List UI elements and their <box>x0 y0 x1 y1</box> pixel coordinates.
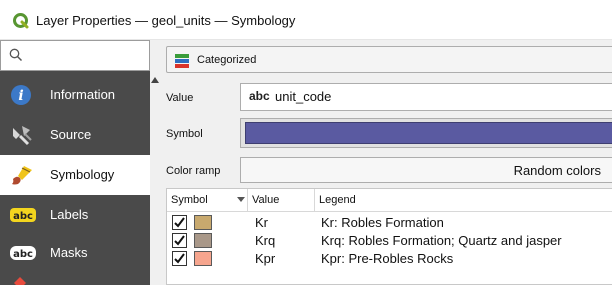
check-icon <box>174 253 185 264</box>
category-color-swatch[interactable] <box>194 215 212 230</box>
column-header-legend[interactable]: Legend <box>315 189 612 212</box>
sidebar-item-label: Masks <box>50 245 88 260</box>
svg-text:abc: abc <box>13 249 33 260</box>
string-field-type-icon: abc <box>249 89 270 103</box>
color-ramp-button[interactable]: Random colors <box>240 157 612 183</box>
sidebar-item-label: Source <box>50 127 92 142</box>
categories-table: Symbol Value Legend Kr Kr: Robles Format… <box>166 188 612 285</box>
table-row[interactable]: Krq Krq: Robles Formation; Quartz and ja… <box>167 232 612 250</box>
category-value: Kr <box>255 215 268 230</box>
sidebar-item-masks[interactable]: abc Masks <box>0 233 150 273</box>
categorized-renderer-icon <box>175 54 189 68</box>
sidebar-scrollbar[interactable] <box>150 71 160 285</box>
svg-text:i: i <box>18 88 23 104</box>
sidebar-item-label: Labels <box>50 207 89 222</box>
table-header: Symbol Value Legend <box>167 189 612 212</box>
symbol-button[interactable] <box>240 118 612 148</box>
symbology-panel: Categorized Value abc unit_code Symbol C… <box>160 40 612 285</box>
search-icon <box>9 48 23 62</box>
window-title: Layer Properties — geol_units — Symbolog… <box>36 13 296 28</box>
masks-abc-icon: abc <box>10 242 36 264</box>
labels-abc-icon: abc <box>10 204 36 226</box>
category-legend: Krq: Robles Formation; Quartz and jasper <box>321 233 562 248</box>
information-icon: i <box>10 84 34 106</box>
check-icon <box>174 217 185 228</box>
table-row[interactable]: Kr Kr: Robles Formation <box>167 214 612 232</box>
category-color-swatch[interactable] <box>194 233 212 248</box>
color-ramp-value: Random colors <box>513 163 601 178</box>
category-legend: Kpr: Pre-Robles Rocks <box>321 251 454 266</box>
check-icon <box>174 235 185 246</box>
category-checkbox[interactable] <box>172 251 187 266</box>
sidebar-item-source[interactable]: Source <box>0 115 150 155</box>
table-row[interactable]: Kpr Kpr: Pre-Robles Rocks <box>167 250 612 268</box>
color-ramp-label: Color ramp <box>166 165 221 177</box>
category-value: Kpr <box>255 251 276 266</box>
qgis-icon <box>13 13 29 29</box>
sidebar-item-information[interactable]: i Information <box>0 75 150 115</box>
symbology-paintbrush-icon <box>10 164 34 186</box>
value-field-selector[interactable]: abc unit_code <box>240 83 612 111</box>
column-header-symbol[interactable]: Symbol <box>167 189 248 212</box>
layer-properties-window: Layer Properties — geol_units — Symbolog… <box>0 0 612 285</box>
symbol-label: Symbol <box>166 128 203 140</box>
renderer-type-dropdown[interactable]: Categorized <box>166 46 612 73</box>
source-icon <box>10 124 34 146</box>
sidebar-item-label: Information <box>50 87 116 102</box>
sidebar-item-labels[interactable]: abc Labels <box>0 195 150 235</box>
symbol-preview-swatch <box>245 122 612 144</box>
column-header-value[interactable]: Value <box>248 189 315 212</box>
diagram-icon <box>10 275 34 285</box>
category-checkbox[interactable] <box>172 215 187 230</box>
value-label: Value <box>166 92 194 104</box>
category-checkbox[interactable] <box>172 233 187 248</box>
title-bar: Layer Properties — geol_units — Symbolog… <box>0 0 612 40</box>
svg-text:abc: abc <box>13 211 33 222</box>
value-field-name: unit_code <box>275 89 332 104</box>
sort-descending-icon <box>237 197 245 202</box>
renderer-type-label: Categorized <box>197 54 257 66</box>
category-color-swatch[interactable] <box>194 251 212 266</box>
sidebar: i Information Source Symbology abc Label… <box>0 40 150 285</box>
sidebar-item-partial[interactable] <box>0 273 150 285</box>
sidebar-search-input[interactable] <box>0 40 150 71</box>
category-legend: Kr: Robles Formation <box>321 215 444 230</box>
scroll-up-arrow-icon[interactable] <box>151 77 159 83</box>
sidebar-item-symbology[interactable]: Symbology <box>0 155 150 195</box>
sidebar-item-label: Symbology <box>50 167 115 182</box>
category-value: Krq <box>255 233 276 248</box>
